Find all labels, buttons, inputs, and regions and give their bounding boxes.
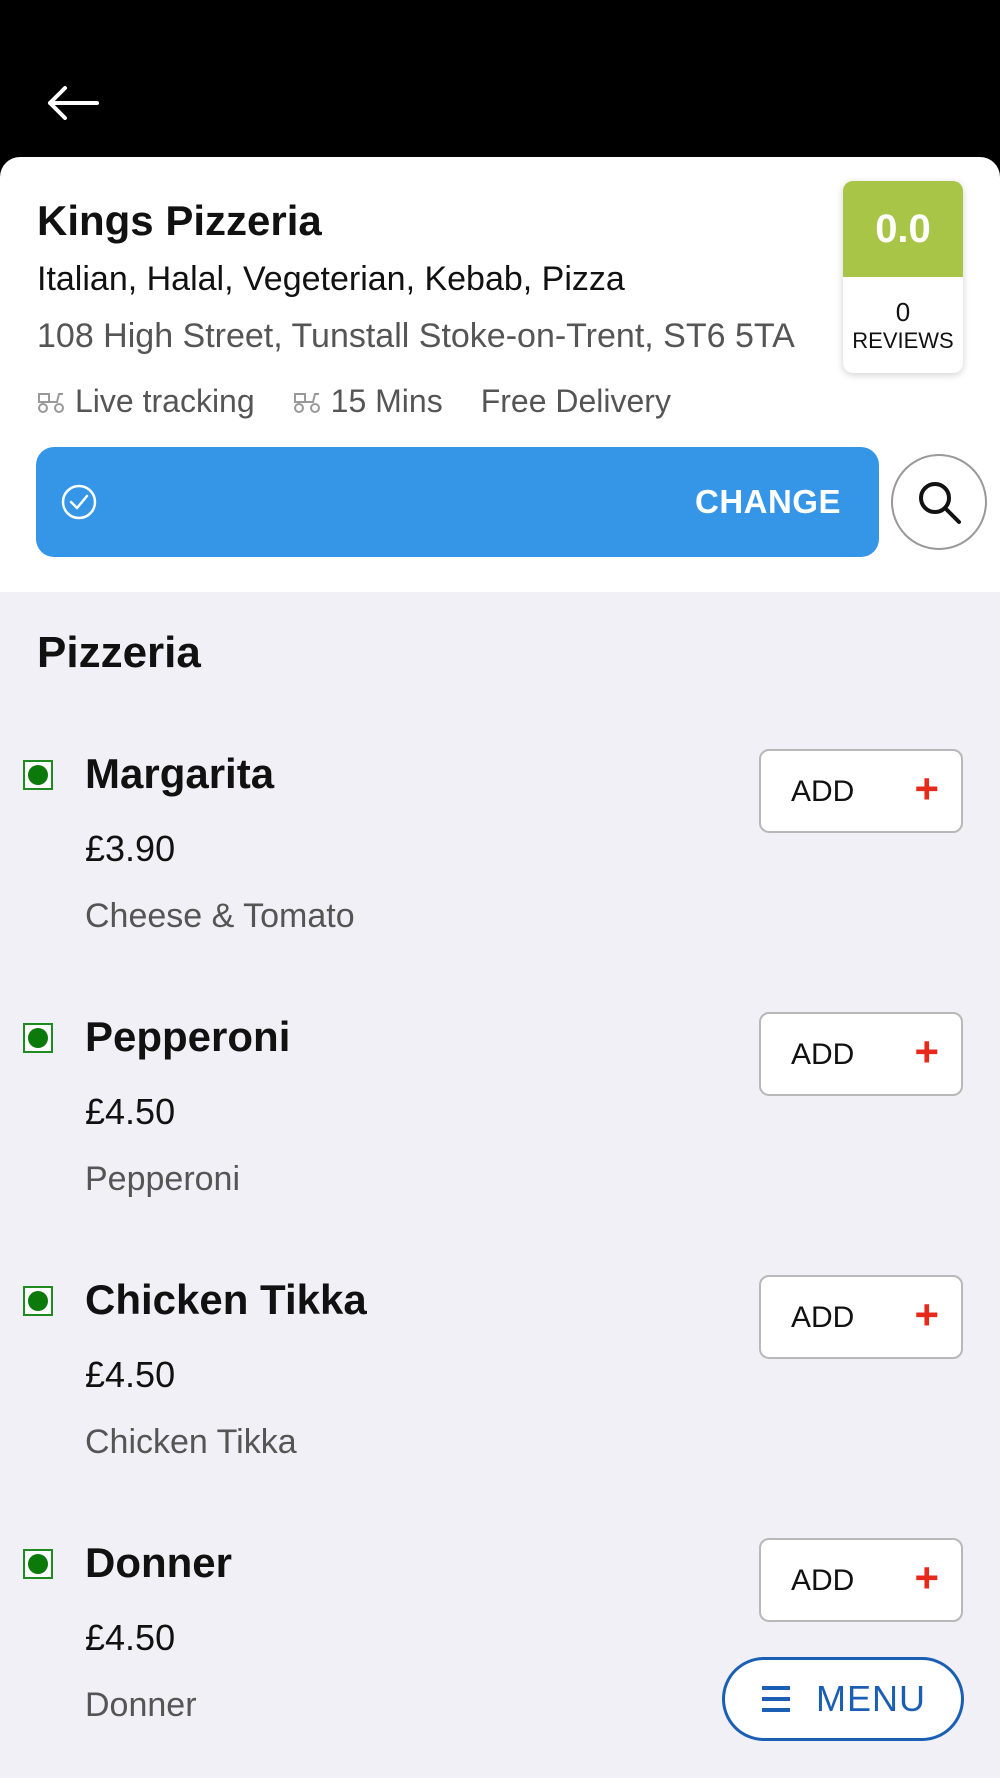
delivery-info-row: Live tracking 15 Mins Free Delivery: [37, 383, 709, 420]
menu-item: Chicken Tikka £4.50 Chicken Tikka ADD +: [0, 1118, 1000, 1461]
add-button[interactable]: ADD +: [759, 749, 963, 833]
scooter-icon: [293, 392, 320, 413]
back-button[interactable]: [38, 78, 108, 128]
item-name: Donner: [85, 1539, 232, 1586]
review-count: 0: [895, 297, 911, 327]
item-price: £4.50: [85, 1617, 176, 1658]
delivery-time-label: 15 Mins: [330, 383, 443, 419]
check-circle-icon: [61, 484, 97, 520]
delivery-time-info: 15 Mins: [293, 383, 443, 420]
hamburger-icon: [762, 1686, 790, 1712]
add-button[interactable]: ADD +: [759, 1012, 963, 1096]
menu-list: Pizzeria Margarita £3.90 Cheese & Tomato…: [0, 592, 1000, 1778]
menu-button-label: MENU: [816, 1678, 926, 1719]
menu-button[interactable]: MENU: [722, 1657, 964, 1741]
search-button[interactable]: [891, 454, 987, 550]
veg-indicator-icon: [23, 1286, 53, 1316]
add-button[interactable]: ADD +: [759, 1275, 963, 1359]
veg-indicator-icon: [23, 1023, 53, 1053]
restaurant-header: Kings Pizzeria Italian, Halal, Vegeteria…: [0, 157, 1000, 592]
order-type-change-bar[interactable]: CHANGE: [36, 447, 879, 557]
plus-icon: +: [914, 1028, 939, 1075]
rating-score: 0.0: [843, 181, 963, 277]
search-icon: [919, 482, 961, 524]
restaurant-name: Kings Pizzeria: [37, 197, 322, 244]
arrow-left-icon: [48, 86, 99, 120]
rating-badge[interactable]: 0.0 0 REVIEWS: [843, 181, 963, 373]
reviews-label: REVIEWS: [852, 328, 954, 353]
add-label: ADD: [791, 1038, 855, 1071]
add-button[interactable]: ADD +: [759, 1538, 963, 1622]
plus-icon: +: [914, 1291, 939, 1338]
delivery-fee-info: Free Delivery: [481, 383, 671, 420]
live-tracking-label: Live tracking: [75, 383, 255, 419]
item-name: Chicken Tikka: [85, 1276, 367, 1323]
delivery-fee-label: Free Delivery: [480, 383, 671, 419]
menu-item: Margarita £3.90 Cheese & Tomato ADD +: [0, 592, 1000, 935]
add-label: ADD: [791, 1564, 855, 1597]
item-name: Margarita: [85, 750, 275, 797]
add-label: ADD: [791, 1301, 855, 1334]
restaurant-address: 108 High Street, Tunstall Stoke-on-Trent…: [37, 317, 795, 355]
change-button[interactable]: CHANGE: [695, 483, 841, 521]
add-label: ADD: [791, 775, 855, 808]
restaurant-cuisines: Italian, Halal, Vegeterian, Kebab, Pizza: [37, 260, 625, 298]
plus-icon: +: [914, 765, 939, 812]
item-name: Pepperoni: [85, 1013, 291, 1060]
top-bar: [0, 0, 1000, 158]
veg-indicator-icon: [23, 760, 53, 790]
item-description: Donner: [85, 1686, 197, 1724]
menu-item: Pepperoni £4.50 Pepperoni ADD +: [0, 855, 1000, 1198]
veg-indicator-icon: [23, 1549, 53, 1579]
menu-item: Donner £4.50 Donner ADD +: [0, 1381, 1000, 1724]
plus-icon: +: [914, 1554, 939, 1601]
live-tracking-info: Live tracking: [37, 383, 255, 420]
scooter-icon: [38, 392, 64, 413]
